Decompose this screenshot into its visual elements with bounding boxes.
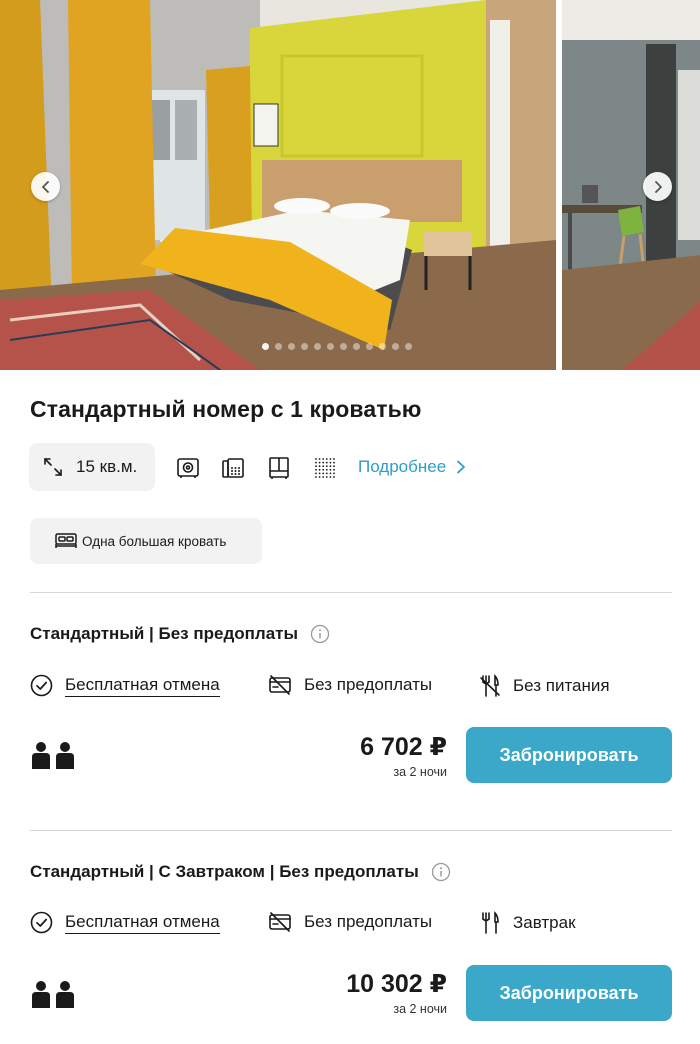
gallery-dot[interactable]: [288, 343, 295, 350]
room-area-text: 15 кв.м.: [76, 457, 138, 476]
gallery-dot[interactable]: [301, 343, 308, 350]
no-card-icon: [269, 912, 291, 932]
no-card-icon: [269, 675, 291, 695]
gallery-prev-button[interactable]: [31, 172, 60, 201]
guests-indicator: [30, 980, 76, 1008]
breakfast-icon: [482, 911, 499, 934]
room-size-icon: [44, 458, 62, 476]
free-cancellation-feature[interactable]: Бесплатная отмена: [30, 674, 220, 697]
price-block: 10 302 ₽ за 2 ночи: [346, 970, 447, 1016]
person-icon: [32, 981, 50, 1008]
gallery-dot[interactable]: [353, 343, 360, 350]
check-circle-icon: [30, 674, 53, 697]
book-button[interactable]: Забронировать: [466, 727, 672, 783]
bed-type-chip: Одна большая кровать: [30, 518, 262, 564]
gallery-dot[interactable]: [366, 343, 373, 350]
no-prepayment-text: Без предоплаты: [304, 675, 433, 694]
divider: [30, 592, 672, 593]
divider: [30, 830, 672, 831]
gallery-dot[interactable]: [275, 343, 282, 350]
gallery-dot[interactable]: [327, 343, 334, 350]
free-cancellation-feature[interactable]: Бесплатная отмена: [30, 911, 220, 934]
gallery-dot[interactable]: [262, 343, 269, 350]
gallery-dot[interactable]: [379, 343, 386, 350]
no-prepayment-feature: Без предоплаты: [268, 674, 432, 696]
gallery-next-button[interactable]: [643, 172, 672, 201]
photo-gallery[interactable]: [0, 0, 700, 372]
room-details-label[interactable]: Подробнее: [358, 457, 446, 477]
person-icon: [56, 742, 74, 769]
gallery-dot[interactable]: [392, 343, 399, 350]
chevron-right-icon: [457, 460, 466, 474]
gallery-dot[interactable]: [405, 343, 412, 350]
rate-title-text: Стандартный | С Завтраком | Без предопла…: [30, 862, 419, 881]
rate-title-text: Стандартный | Без предоплаты: [30, 624, 298, 643]
check-circle-icon: [30, 911, 53, 934]
meal-feature: Завтрак: [479, 911, 576, 935]
guests-indicator: [30, 741, 76, 769]
wardrobe-icon: [269, 457, 289, 479]
gallery-dot[interactable]: [314, 343, 321, 350]
meal-text: Без питания: [513, 676, 610, 695]
info-icon[interactable]: [431, 862, 451, 882]
price-amount: 10 302 ₽: [346, 970, 447, 998]
room-title: Стандартный номер с 1 кроватью: [30, 396, 422, 422]
no-prepayment-text: Без предоплаты: [304, 912, 433, 931]
meal-feature: Без питания: [479, 674, 610, 698]
room-details-link[interactable]: Подробнее: [358, 457, 466, 477]
price-amount: 6 702 ₽: [360, 733, 447, 761]
room-photo-main[interactable]: [0, 0, 556, 370]
price-block: 6 702 ₽ за 2 ночи: [360, 733, 447, 779]
no-meal-icon: [480, 674, 500, 697]
chevron-left-icon: [41, 180, 49, 193]
bed-icon: [55, 533, 77, 548]
bed-type-text: Одна большая кровать: [82, 533, 227, 549]
gallery-dot[interactable]: [340, 343, 347, 350]
safe-icon: [177, 458, 199, 478]
gallery-pagination[interactable]: [262, 343, 412, 350]
free-cancellation-link[interactable]: Бесплатная отмена: [65, 912, 220, 934]
person-icon: [32, 742, 50, 769]
phone-icon: [222, 458, 244, 478]
rate-title: Стандартный | С Завтраком | Без предопла…: [30, 862, 451, 882]
room-area-chip: 15 кв.м.: [29, 443, 155, 491]
rate-title: Стандартный | Без предоплаты: [30, 624, 330, 644]
price-period: за 2 ночи: [393, 1002, 447, 1016]
price-period: за 2 ночи: [393, 765, 447, 779]
no-prepayment-feature: Без предоплаты: [268, 911, 432, 933]
info-icon[interactable]: [310, 624, 330, 644]
free-cancellation-link[interactable]: Бесплатная отмена: [65, 675, 220, 697]
person-icon: [56, 981, 74, 1008]
book-button[interactable]: Забронировать: [466, 965, 672, 1021]
soundproofing-icon: [315, 458, 335, 478]
room-photo-next[interactable]: [562, 0, 700, 370]
meal-text: Завтрак: [513, 913, 576, 932]
chevron-right-icon: [654, 180, 662, 193]
